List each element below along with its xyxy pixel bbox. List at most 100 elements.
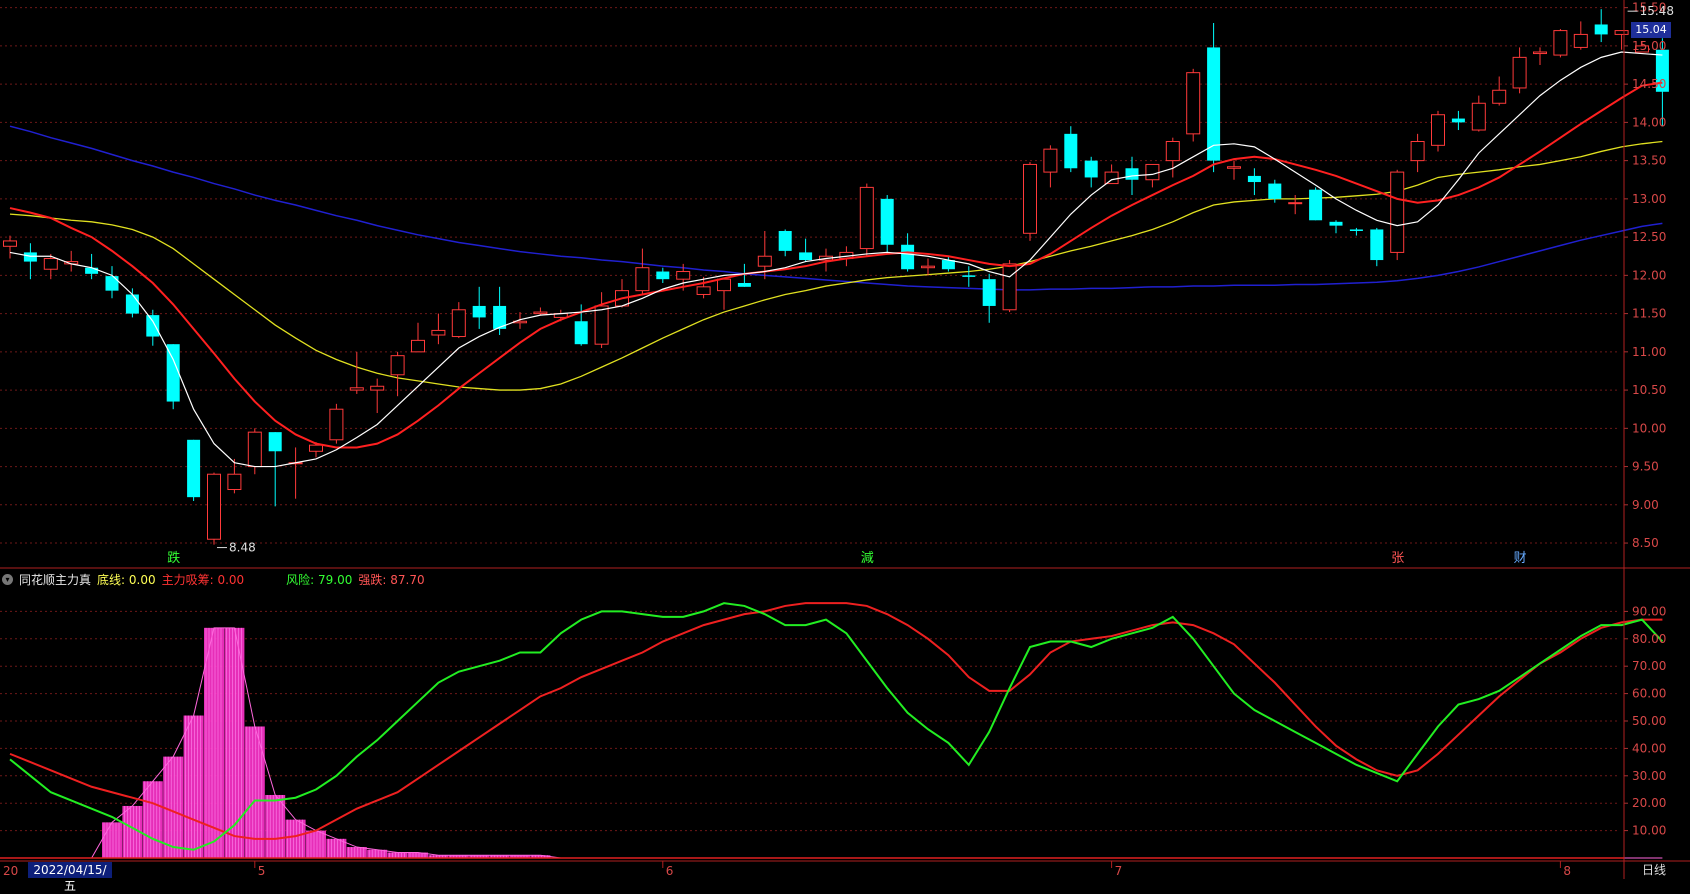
candle-body [3, 240, 17, 247]
signal-marker: 減 [861, 550, 874, 566]
chevron-down-icon[interactable]: ▾ [2, 573, 13, 585]
candle-body [859, 186, 874, 250]
candle-body [1594, 24, 1608, 35]
candle-body [1370, 229, 1384, 261]
candle-body [1002, 263, 1017, 311]
ma10-path [9, 81, 1663, 449]
candle-body [1145, 163, 1160, 181]
candle-body [1349, 229, 1363, 231]
candle-body [1309, 189, 1323, 221]
candle-body [1165, 141, 1180, 162]
high-label: 15.48 [1640, 4, 1674, 18]
candle-body [1533, 51, 1547, 55]
candle-body [533, 311, 548, 315]
candle-body [1227, 166, 1241, 169]
candle-body [43, 258, 58, 270]
candle-body [105, 276, 119, 291]
candle-body [390, 355, 405, 376]
candle-body [370, 385, 385, 391]
candle-body [1390, 171, 1405, 253]
candle-body [921, 265, 935, 269]
price-tick-label: 13.00 [1632, 192, 1666, 206]
candle-body [1329, 221, 1343, 226]
indicator-tick-label: 70.00 [1632, 659, 1666, 673]
candle-body [247, 431, 262, 468]
candle-body [1084, 160, 1098, 178]
candle-body [778, 230, 792, 251]
price-tick-label: 11.50 [1632, 307, 1666, 321]
indicator-tick-label: 80.00 [1632, 632, 1666, 646]
candle-body [1512, 56, 1527, 89]
price-tick-label: 9.00 [1632, 498, 1659, 512]
current-price-flag: 15.04 [1631, 22, 1671, 38]
candle-body [146, 315, 160, 337]
candle-body [207, 473, 221, 540]
price-tick-label: 11.00 [1632, 345, 1666, 359]
candle-body [85, 267, 99, 274]
candle-body [268, 432, 282, 452]
candle-body [880, 198, 894, 245]
month-tick-label: 6 [666, 864, 674, 878]
candle-body [635, 267, 650, 292]
ma10-line [9, 81, 1663, 449]
candle-body [982, 279, 996, 306]
candle-body [166, 344, 180, 402]
candle-body [717, 278, 731, 292]
x-prefix-label: 20 [3, 864, 18, 878]
candle-body [962, 275, 976, 277]
cursor-date-label: 2022/04/15/五 [28, 862, 112, 893]
price-tick-label: 15.00 [1632, 39, 1666, 53]
candle-body [329, 408, 344, 441]
candle-body [1023, 163, 1037, 234]
signal-marker: 财 [1514, 551, 1527, 566]
base-line-value: 底线: 0.00 [97, 572, 156, 587]
candle-body [1186, 72, 1201, 135]
candle-body [901, 244, 915, 270]
candle-body [1288, 202, 1303, 205]
candle-body [1410, 141, 1425, 162]
candle-body [23, 252, 37, 262]
candle-body [574, 321, 588, 345]
rise-fall-value: 强跌: 87.70 [358, 572, 425, 587]
candle-body [696, 286, 711, 295]
month-tick-label: 5 [258, 864, 266, 878]
month-tick-label: 7 [1115, 864, 1123, 878]
price-tick-label: 14.50 [1632, 77, 1666, 91]
indicator-header: ▾ 同花顺主力真 底线: 0.00 主力吸筹: 0.00 风险: 79.00 强… [2, 571, 425, 587]
candle-body [411, 339, 425, 353]
candle-body [472, 305, 486, 318]
candle-body [1268, 183, 1282, 199]
candle-body [1104, 171, 1119, 185]
absorb-histogram [10, 627, 1663, 859]
indicator-tick-label: 10.00 [1632, 824, 1666, 838]
candle-body [1431, 114, 1445, 146]
candle-body [1553, 30, 1568, 56]
candle-body [1247, 175, 1261, 183]
candle-body [1471, 102, 1486, 131]
indicator-tick-label: 50.00 [1632, 714, 1666, 728]
candle-body [431, 329, 446, 336]
candle-body [757, 255, 772, 267]
ma20-path [9, 140, 1663, 391]
indicator-tick-label: 30.00 [1632, 769, 1666, 783]
candle-body [676, 271, 691, 280]
signal-marker: 张 [1391, 551, 1404, 566]
candle-body [1064, 133, 1078, 169]
ma20-line [9, 140, 1663, 391]
candle-body [656, 271, 670, 280]
candle-body [1125, 168, 1139, 180]
risk-value: 风险: 79.00 [286, 572, 353, 587]
candle-body [1492, 89, 1507, 104]
candle-body [309, 444, 323, 452]
labels: 15.48 8.48 跌 減 张 财 [167, 4, 1674, 566]
indicator-title[interactable]: 同花顺主力真 [19, 571, 91, 588]
price-tick-label: 10.00 [1632, 421, 1666, 435]
price-tick-label: 13.50 [1632, 154, 1666, 168]
candle-body [1614, 30, 1629, 35]
period-button[interactable]: 日线 [1626, 862, 1682, 878]
indicator-tick-label: 20.00 [1632, 796, 1666, 810]
indicator-tick-label: 40.00 [1632, 741, 1666, 755]
candle-body [799, 252, 813, 261]
candle-body [737, 283, 751, 287]
price-tick-label: 12.00 [1632, 268, 1666, 282]
